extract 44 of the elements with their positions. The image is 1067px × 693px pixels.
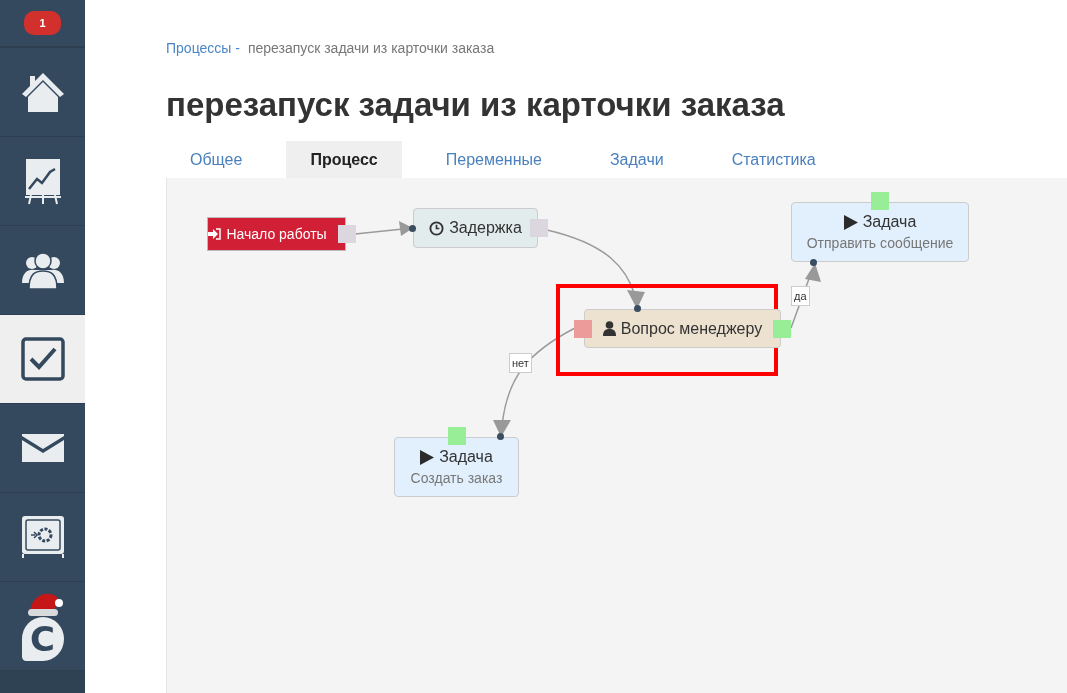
process-node[interactable]: Задача Создать заказ xyxy=(394,437,519,497)
process-node[interactable]: Вопрос менеджеру xyxy=(584,309,781,348)
input-port[interactable] xyxy=(447,427,466,445)
connection-dot xyxy=(810,259,817,266)
node-title: Начало работы xyxy=(226,226,327,242)
sidebar-item[interactable] xyxy=(0,315,85,404)
connection-dot xyxy=(409,225,416,232)
logo-badge: C xyxy=(21,617,64,661)
node-subtitle: Отправить сообщение xyxy=(806,235,954,251)
connection-dot xyxy=(497,433,504,440)
notification-badge[interactable]: 1 xyxy=(24,11,61,35)
people-icon xyxy=(20,250,65,290)
process-node[interactable]: Задача Отправить сообщение xyxy=(791,202,969,262)
checkbox-icon xyxy=(20,337,65,381)
page-title: перезапуск задачи из карточки заказа xyxy=(166,86,786,124)
edge-label: да xyxy=(791,286,810,306)
sign-in-icon xyxy=(208,228,222,240)
node-subtitle: Создать заказ xyxy=(410,470,503,486)
santa-hat-icon xyxy=(25,591,64,617)
tab[interactable]: Статистика xyxy=(707,141,840,178)
play-icon xyxy=(843,214,858,230)
node-title: Задача xyxy=(439,448,493,466)
user-icon xyxy=(602,321,616,336)
breadcrumb-link[interactable]: Процессы - xyxy=(166,40,240,56)
tab[interactable]: Переменные xyxy=(421,141,566,178)
edge-label: нет xyxy=(509,353,532,373)
process-node[interactable]: Начало работы xyxy=(207,217,346,251)
safe-icon xyxy=(20,515,65,559)
mail-icon xyxy=(20,433,65,463)
input-port[interactable] xyxy=(871,192,889,210)
node-title: Вопрос менеджеру xyxy=(620,319,763,338)
node-title: Задача xyxy=(862,213,917,231)
play-icon xyxy=(420,449,435,465)
tab[interactable]: Процесс xyxy=(286,141,402,178)
chart-board-icon xyxy=(22,157,63,205)
clock-icon xyxy=(429,220,445,236)
connection-dot xyxy=(634,305,641,312)
process-node[interactable]: Задержка xyxy=(413,208,538,248)
tab[interactable]: Задачи xyxy=(585,141,688,178)
connector-arrow xyxy=(790,263,821,329)
sidebar-item[interactable]: C xyxy=(0,582,85,671)
tab[interactable]: Общее xyxy=(166,141,267,178)
breadcrumb-current: перезапуск задачи из карточки заказа xyxy=(247,40,495,56)
node-title: Задержка xyxy=(449,219,522,237)
